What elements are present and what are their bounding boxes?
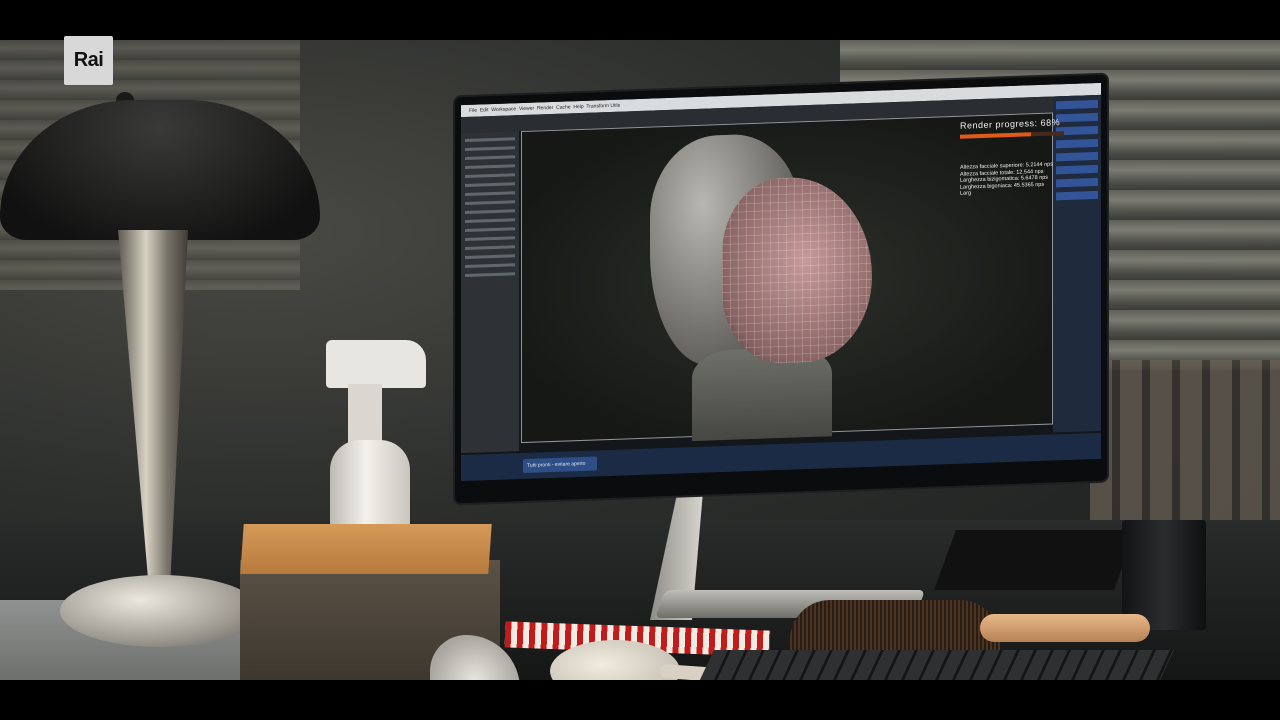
room-scene: File Edit Workspace Viewer Render Cache … (0, 40, 1280, 680)
menu-file[interactable]: File (469, 108, 477, 114)
render-progress-bar (960, 131, 1064, 139)
keyboard (686, 650, 1174, 680)
brush-handle (980, 614, 1150, 642)
render-viewport[interactable]: Render progress: 68% Altezza facciale su… (521, 112, 1064, 444)
measurements-list: Altezza facciale superiore: 5.2144 nps A… (960, 162, 1053, 198)
menu-edit[interactable]: Edit (480, 107, 489, 113)
menu-help[interactable]: Help (573, 104, 583, 110)
monitor: File Edit Workspace Viewer Render Cache … (455, 74, 1107, 504)
parameters-panel (461, 131, 519, 454)
taskbar-item[interactable]: Tutti pronti - evitare aperto (523, 456, 597, 474)
wooden-box-lid (240, 524, 492, 574)
menu-viewer[interactable]: Viewer (519, 106, 534, 113)
monitor-screen: File Edit Workspace Viewer Render Cache … (461, 82, 1101, 482)
menu-transform-utils[interactable]: Transform Utils (586, 103, 620, 110)
video-frame: File Edit Workspace Viewer Render Cache … (0, 0, 1280, 720)
radiator (1090, 360, 1280, 530)
rai-logo: Rai (64, 36, 113, 85)
menu-workspace[interactable]: Workspace (491, 106, 516, 113)
desk-lamp-base (60, 575, 260, 647)
render-progress-fill (960, 132, 1031, 139)
spray-bottle-neck (348, 384, 382, 444)
spray-bottle-trigger (326, 340, 426, 388)
node-panel (1053, 94, 1101, 433)
render-progress-value: 68% (1040, 117, 1061, 128)
notebook (934, 530, 1136, 590)
render-overlay: Render progress: 68% Altezza facciale su… (960, 117, 1064, 198)
head-model-face-wireframe (722, 174, 872, 366)
render-progress-text: Render progress: 68% (960, 117, 1061, 131)
menu-cache[interactable]: Cache (556, 104, 570, 111)
menu-render[interactable]: Render (537, 105, 553, 112)
